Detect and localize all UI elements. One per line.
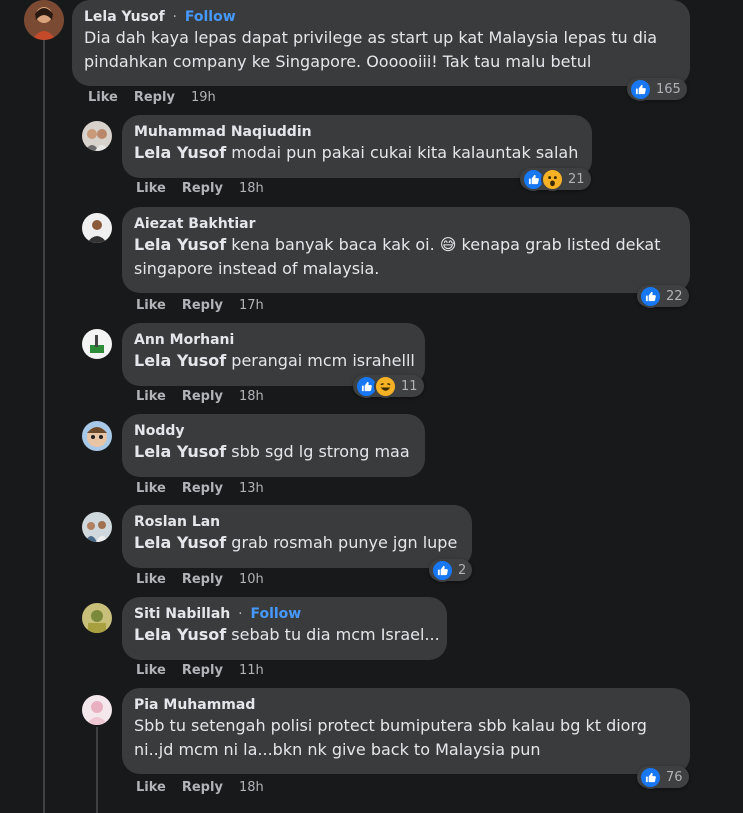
reply-actions: Like Reply 10h: [136, 572, 264, 588]
avatar-aiezat-bakhtiar[interactable]: [82, 213, 112, 243]
reply-actions: Like Reply 18h: [136, 780, 264, 796]
reply-text: sebab tu dia mcm Israel...: [231, 625, 440, 644]
reply-button[interactable]: Reply: [182, 389, 223, 404]
reply-text: modai pun pakai cukai kita kalauntak sal…: [231, 143, 579, 162]
reaction-summary[interactable]: 2: [429, 558, 473, 582]
reply-bubble: Muhammad Naqiuddin Lela Yusof modai pun …: [122, 115, 592, 178]
avatar-ann-morhani[interactable]: [82, 329, 112, 359]
thread-line-main: [43, 40, 45, 813]
reply-timestamp[interactable]: 18h: [239, 181, 264, 196]
like-button[interactable]: Like: [136, 780, 166, 795]
reaction-count: 165: [656, 81, 681, 97]
like-button[interactable]: Like: [136, 663, 166, 678]
like-icon: [431, 558, 454, 582]
reply-author-name[interactable]: Aiezat Bakhtiar: [134, 216, 256, 232]
follow-button[interactable]: Follow: [185, 9, 236, 25]
reaction-count: 11: [401, 378, 418, 394]
mention-link[interactable]: Lela Yusof: [134, 351, 226, 370]
reply-button[interactable]: Reply: [182, 572, 223, 587]
reply-bubble: Roslan Lan Lela Yusof grab rosmah punye …: [122, 505, 472, 568]
reaction-summary[interactable]: 22: [637, 284, 689, 308]
like-icon: [639, 284, 662, 308]
reaction-count: 21: [568, 171, 585, 187]
reply-timestamp[interactable]: 17h: [239, 298, 264, 313]
avatar-pia-muhammad[interactable]: [82, 695, 112, 725]
reply-author-name[interactable]: Pia Muhammad: [134, 697, 255, 713]
reply-timestamp[interactable]: 10h: [239, 572, 264, 587]
haha-icon: [374, 374, 397, 398]
reaction-count: 22: [666, 288, 683, 304]
like-button[interactable]: Like: [136, 389, 166, 404]
reply-text: kena banyak baca kak oi. 😅 kenapa grab l…: [231, 235, 661, 254]
reply-text: grab rosmah punye jgn lupe: [231, 533, 458, 552]
reply-bubble: Pia Muhammad Sbb tu setengah polisi prot…: [122, 688, 690, 774]
comment-text-line: pindahkan company ke Singapore. Oooooiii…: [84, 52, 592, 71]
reply-author-name[interactable]: Ann Morhani: [134, 332, 234, 348]
reaction-summary[interactable]: 165: [627, 77, 687, 101]
comment-author-name[interactable]: Lela Yusof: [84, 9, 165, 25]
avatar-lela-yusof[interactable]: [24, 0, 64, 40]
reaction-count: 76: [666, 769, 683, 785]
reply-author-name[interactable]: Muhammad Naqiuddin: [134, 124, 312, 140]
reply-actions: Like Reply 17h: [136, 298, 264, 314]
avatar-noddy[interactable]: [82, 421, 112, 451]
like-button[interactable]: Like: [136, 181, 166, 196]
mention-link[interactable]: Lela Yusof: [134, 143, 226, 162]
mention-link[interactable]: Lela Yusof: [134, 625, 226, 644]
like-icon: [639, 765, 662, 789]
separator-dot: ·: [238, 606, 243, 622]
avatar-muhammad-naqiuddin[interactable]: [82, 121, 112, 151]
reply-text: perangai mcm israhelll: [231, 351, 415, 370]
reply-bubble: Noddy Lela Yusof sbb sgd lg strong maa: [122, 414, 425, 477]
reply-bubble: Aiezat Bakhtiar Lela Yusof kena banyak b…: [122, 207, 690, 293]
reply-text: sbb sgd lg strong maa: [231, 442, 410, 461]
comment-bubble-main: Lela Yusof · Follow Dia dah kaya lepas d…: [72, 0, 690, 86]
comment-timestamp[interactable]: 19h: [191, 90, 216, 105]
reply-actions: Like Reply 13h: [136, 481, 264, 497]
reply-button[interactable]: Reply: [182, 298, 223, 313]
reply-button[interactable]: Reply: [182, 780, 223, 795]
like-button[interactable]: Like: [136, 481, 166, 496]
like-button[interactable]: Like: [136, 298, 166, 313]
reply-text: Sbb tu setengah polisi protect bumiputer…: [134, 716, 647, 735]
reply-timestamp[interactable]: 13h: [239, 481, 264, 496]
reaction-count: 2: [458, 562, 467, 578]
comment-actions: Like Reply 19h: [88, 90, 216, 106]
wow-icon: [541, 167, 564, 191]
reply-button[interactable]: Reply: [182, 663, 223, 678]
reply-timestamp[interactable]: 18h: [239, 780, 264, 795]
comment-text-line: Dia dah kaya lepas dapat privilege as st…: [84, 28, 658, 47]
like-button[interactable]: Like: [136, 572, 166, 587]
reaction-summary[interactable]: 21: [520, 167, 591, 191]
mention-link[interactable]: Lela Yusof: [134, 442, 226, 461]
reply-actions: Like Reply 18h: [136, 181, 264, 197]
avatar-siti-nabillah[interactable]: [82, 603, 112, 633]
reply-author-name[interactable]: Siti Nabillah: [134, 606, 230, 622]
avatar-roslan-lan[interactable]: [82, 512, 112, 542]
reply-actions: Like Reply 18h: [136, 389, 264, 405]
reply-button[interactable]: Reply: [182, 481, 223, 496]
reply-button[interactable]: Reply: [134, 90, 175, 105]
reply-button[interactable]: Reply: [182, 181, 223, 196]
thread-line-reply: [96, 727, 98, 813]
reply-timestamp[interactable]: 11h: [239, 663, 264, 678]
comment-author-row: Lela Yusof · Follow: [84, 8, 678, 26]
reaction-summary[interactable]: 11: [353, 374, 424, 398]
like-icon: [629, 77, 652, 101]
follow-button[interactable]: Follow: [250, 606, 301, 622]
reply-timestamp[interactable]: 18h: [239, 389, 264, 404]
like-button[interactable]: Like: [88, 90, 118, 105]
reply-bubble: Siti Nabillah · Follow Lela Yusof sebab …: [122, 597, 447, 660]
reply-text: singapore instead of malaysia.: [134, 259, 380, 278]
reaction-summary[interactable]: 76: [637, 765, 689, 789]
reply-author-name[interactable]: Roslan Lan: [134, 514, 220, 530]
mention-link[interactable]: Lela Yusof: [134, 235, 226, 254]
mention-link[interactable]: Lela Yusof: [134, 533, 226, 552]
reply-actions: Like Reply 11h: [136, 663, 264, 679]
reply-text: ni..jd mcm ni la...bkn nk give back to M…: [134, 740, 541, 759]
reply-author-name[interactable]: Noddy: [134, 423, 185, 439]
separator-dot: ·: [172, 9, 177, 25]
